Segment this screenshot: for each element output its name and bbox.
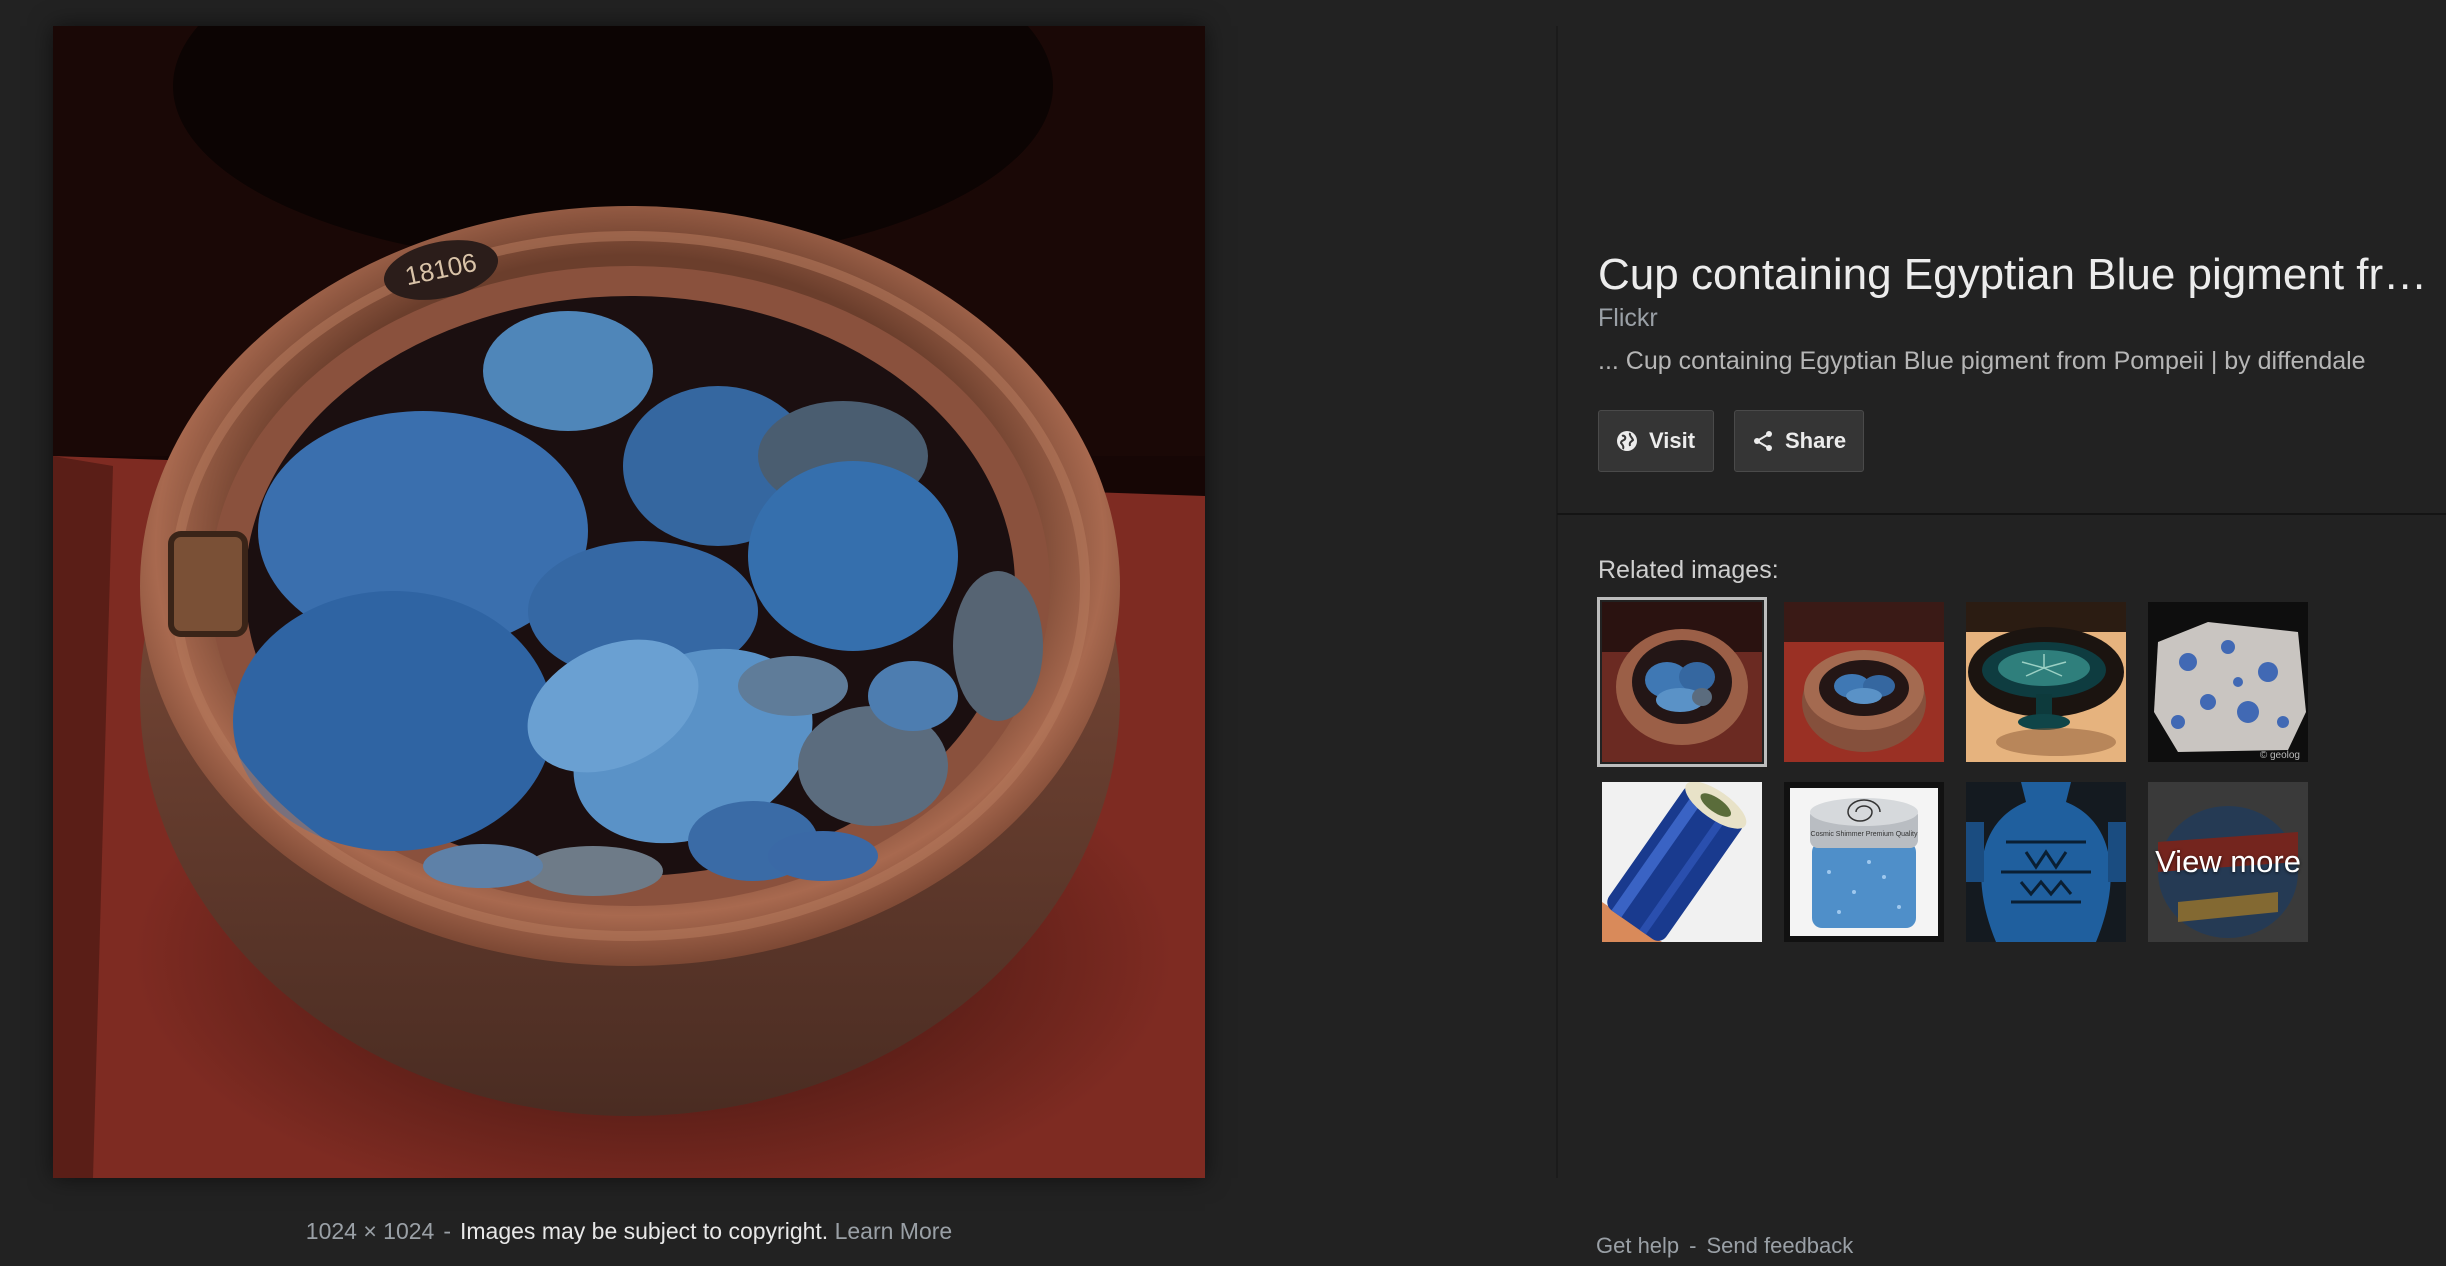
image-description: ... Cup containing Egyptian Blue pigment… bbox=[1598, 347, 2366, 375]
panel-divider bbox=[1556, 26, 1558, 1178]
related-thumb-blue-pigment-cup-red[interactable] bbox=[1784, 602, 1944, 762]
share-button[interactable]: Share bbox=[1734, 410, 1864, 472]
jar-label-text: Cosmic Shimmer Premium Quality bbox=[1811, 831, 1918, 838]
related-thumb-blue-glitter-jar[interactable]: Cosmic Shimmer Premium Quality bbox=[1784, 782, 1944, 942]
section-divider bbox=[1557, 513, 2446, 515]
main-image[interactable]: 18106 bbox=[53, 26, 1205, 1178]
visit-button[interactable]: Visit bbox=[1598, 410, 1714, 472]
related-thumb-blue-glass-rod[interactable] bbox=[1602, 782, 1762, 942]
view-more-label: View more bbox=[2155, 844, 2301, 879]
globe-icon bbox=[1615, 429, 1639, 453]
related-images-label: Related images: bbox=[1598, 556, 1779, 584]
related-thumb-blue-speckled-rock[interactable]: © geolog bbox=[2148, 602, 2308, 762]
image-source: Flickr bbox=[1598, 304, 1658, 332]
image-dimensions: 1024 × 1024 bbox=[305, 1218, 435, 1244]
related-thumb-blue-faience-vase[interactable] bbox=[1966, 782, 2126, 942]
watermark-text: © geolog bbox=[2260, 750, 2300, 761]
share-button-label: Share bbox=[1785, 428, 1847, 453]
footer-links: Get help - Send feedback bbox=[1596, 1233, 1853, 1259]
egyptian-blue-pot-photo: 18106 bbox=[53, 26, 1205, 1178]
learn-more-link[interactable]: Learn More bbox=[835, 1218, 953, 1244]
get-help-link[interactable]: Get help bbox=[1596, 1233, 1679, 1258]
visit-button-label: Visit bbox=[1649, 428, 1696, 453]
send-feedback-link[interactable]: Send feedback bbox=[1707, 1233, 1854, 1258]
related-thumb-egyptian-blue-footed-dish[interactable] bbox=[1966, 602, 2126, 762]
image-info-bar: 1024 × 1024- Images may be subject to cop… bbox=[0, 1218, 1258, 1245]
copyright-notice: Images may be subject to copyright. bbox=[460, 1218, 829, 1244]
separator: - bbox=[443, 1218, 451, 1244]
related-thumb-blue-pigment-cup[interactable] bbox=[1597, 597, 1767, 767]
related-view-more-tile[interactable]: View more bbox=[2148, 782, 2308, 942]
footer-separator: - bbox=[1689, 1233, 1697, 1258]
image-title[interactable]: Cup containing Egyptian Blue pigment fr… bbox=[1598, 246, 2446, 304]
share-icon bbox=[1751, 429, 1775, 453]
